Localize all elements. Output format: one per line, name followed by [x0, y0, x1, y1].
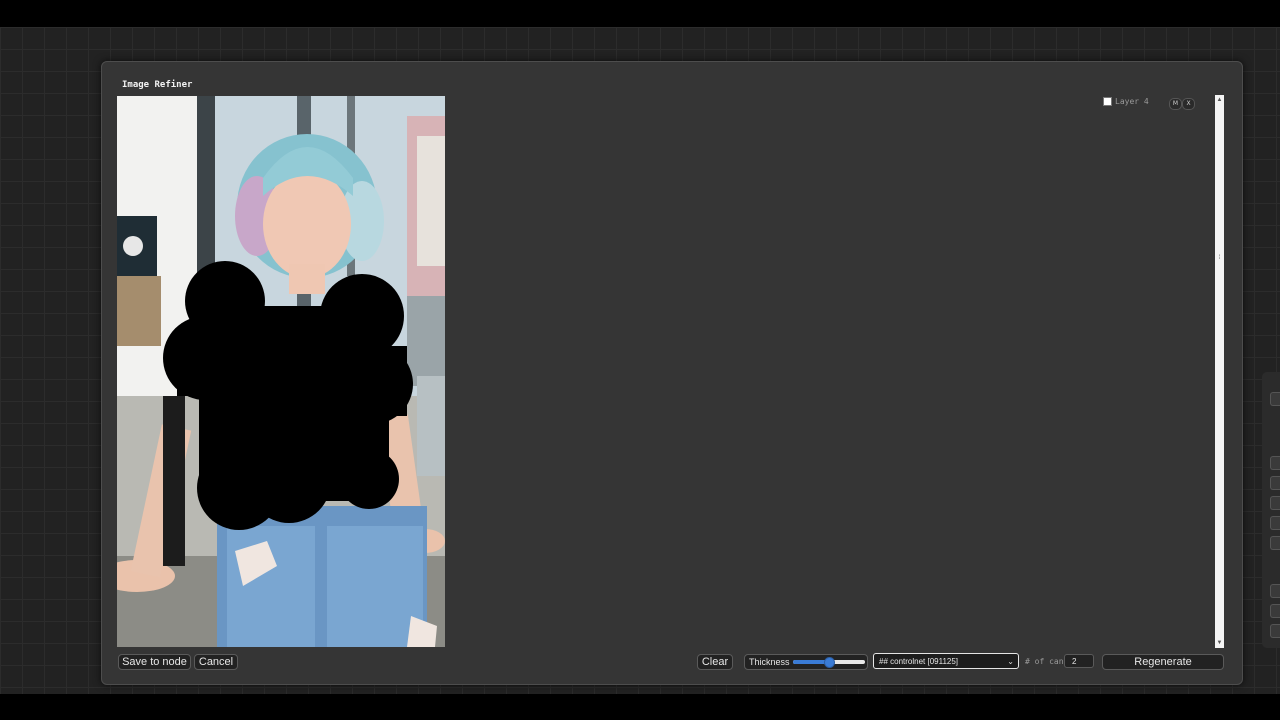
- side-panel-tab[interactable]: [1270, 496, 1280, 510]
- save-to-node-button[interactable]: Save to node: [118, 654, 191, 670]
- scrollbar[interactable]: ▲ ⁞ ▼: [1215, 95, 1224, 648]
- layer-control: Layer 4: [1103, 97, 1149, 106]
- side-panel-tab[interactable]: [1270, 392, 1280, 406]
- dialog-title: Image Refiner: [122, 80, 193, 90]
- preset-select-value: ## controlnet [091125]: [879, 657, 959, 666]
- clear-button[interactable]: Clear: [697, 654, 733, 670]
- layer-checkbox[interactable]: [1103, 97, 1112, 106]
- remove-layer-button[interactable]: X: [1182, 98, 1195, 110]
- side-panel-tab[interactable]: [1270, 536, 1280, 550]
- scroll-grip-icon: ⁞: [1218, 255, 1221, 261]
- cand-input[interactable]: 2: [1064, 654, 1094, 668]
- refine-image[interactable]: [117, 96, 445, 647]
- scroll-up-icon[interactable]: ▲: [1215, 97, 1224, 103]
- side-panel-tab[interactable]: [1270, 624, 1280, 638]
- thickness-slider-thumb[interactable]: [823, 657, 835, 668]
- side-panel-tab[interactable]: [1270, 476, 1280, 490]
- preset-select[interactable]: ## controlnet [091125] ⌄: [873, 653, 1019, 669]
- scroll-down-icon[interactable]: ▼: [1215, 640, 1224, 646]
- side-panel-tab[interactable]: [1270, 516, 1280, 530]
- mask-mode-button[interactable]: M: [1169, 98, 1182, 110]
- thickness-control: Thickness: [744, 654, 868, 670]
- cancel-button[interactable]: Cancel: [194, 654, 238, 670]
- side-panel-edge[interactable]: [1262, 372, 1280, 648]
- layer-label: Layer 4: [1115, 97, 1149, 106]
- side-panel-tab[interactable]: [1270, 604, 1280, 618]
- thickness-label: Thickness: [749, 657, 790, 667]
- chevron-down-icon: ⌄: [1007, 657, 1014, 666]
- image-canvas[interactable]: [117, 96, 445, 647]
- regenerate-button[interactable]: Regenerate: [1102, 654, 1224, 670]
- side-panel-tab[interactable]: [1270, 456, 1280, 470]
- side-panel-tab[interactable]: [1270, 584, 1280, 598]
- cand-label: # of cand: [1025, 657, 1069, 666]
- thickness-slider[interactable]: [792, 657, 865, 668]
